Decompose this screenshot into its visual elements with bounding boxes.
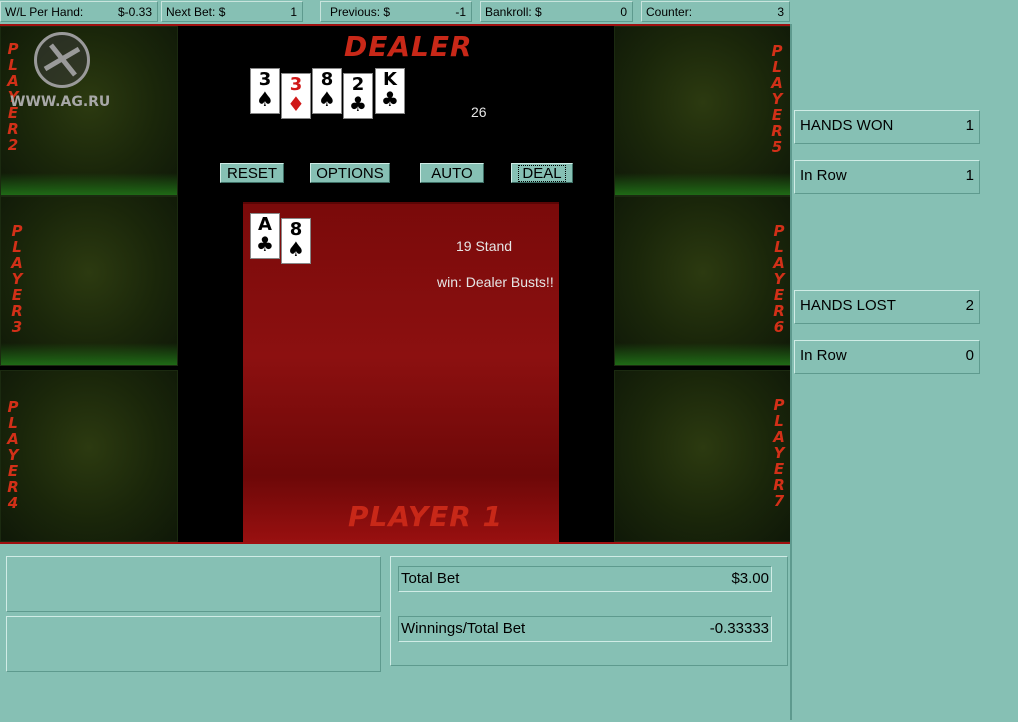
wl-per-hand-field: W/L Per Hand: $-0.33: [0, 1, 158, 22]
total-bet-value: $3.00: [731, 570, 769, 587]
next-bet-field: Next Bet: $ 1: [161, 1, 303, 22]
club-icon: ♣: [256, 232, 274, 256]
seat-label-player-6: PLAYER6: [773, 222, 785, 336]
ag-ru-globe-icon: [34, 32, 90, 88]
bankroll-label: Bankroll: $: [485, 5, 542, 19]
seat-label-player-3: PLAYER3: [11, 222, 23, 336]
dealer-card-1: 3 ♠: [250, 68, 280, 114]
seat-label-player-4: PLAYER4: [7, 398, 19, 512]
seat-player-6[interactable]: PLAYER6: [614, 196, 790, 366]
lost-in-row-value: 0: [965, 347, 974, 364]
winnings-ratio-field: Winnings/Total Bet -0.33333: [398, 616, 772, 642]
message-box-1: [6, 556, 381, 612]
auto-button[interactable]: AUTO: [420, 163, 484, 183]
hands-won-value: 1: [965, 117, 974, 134]
diamond-icon: ♦: [287, 92, 305, 116]
reset-button[interactable]: RESET: [220, 163, 284, 183]
winnings-ratio-value: -0.33333: [709, 620, 769, 637]
dealer-card-2: 3 ♦: [281, 73, 311, 119]
seat-player-5[interactable]: PLAYER5: [614, 26, 790, 196]
dealer-card-5: K ♣: [375, 68, 405, 114]
wl-per-hand-value: $-0.33: [117, 5, 152, 19]
total-bet-field: Total Bet $3.00: [398, 566, 772, 592]
seat-player-7[interactable]: PLAYER7: [614, 370, 790, 542]
counter-value: 3: [777, 5, 784, 19]
seat-label-player-7: PLAYER7: [773, 396, 785, 510]
lost-in-row-field: In Row 0: [794, 340, 980, 374]
deal-button-label: DEAL: [518, 165, 566, 182]
club-icon: ♣: [381, 87, 399, 111]
bankroll-field: Bankroll: $ 0: [480, 1, 633, 22]
seat-player-3[interactable]: PLAYER3: [0, 196, 178, 366]
spade-icon: ♠: [256, 87, 274, 111]
bottom-panel: Total Bet $3.00 Winnings/Total Bet -0.33…: [0, 542, 790, 722]
message-box-2: [6, 616, 381, 672]
next-bet-label: Next Bet: $: [166, 5, 226, 19]
next-bet-value: 1: [290, 5, 297, 19]
dealer-card-3: 8 ♠: [312, 68, 342, 114]
won-in-row-label: In Row: [800, 167, 847, 184]
counter-label: Counter:: [646, 5, 693, 19]
blackjack-table: PLAYER2 PLAYER3 PLAYER4 PLAYER5 PLAYER6 …: [0, 26, 790, 542]
deal-button[interactable]: DEAL: [511, 163, 573, 183]
hands-lost-label: HANDS LOST: [800, 297, 896, 314]
seat-player-4[interactable]: PLAYER4: [0, 370, 178, 542]
right-panel-divider: [790, 24, 792, 720]
won-in-row-field: In Row 1: [794, 160, 980, 194]
dealer-total: 26: [471, 104, 487, 120]
club-icon: ♣: [349, 92, 367, 116]
dealer-card-4: 2 ♣: [343, 73, 373, 119]
player-1-title: PLAYER 1: [348, 500, 504, 533]
won-in-row-value: 1: [965, 167, 974, 184]
previous-value: -1: [455, 5, 466, 19]
dealer-title: DEALER: [344, 30, 473, 63]
lost-in-row-label: In Row: [800, 347, 847, 364]
hands-lost-value: 2: [965, 297, 974, 314]
previous-label: Previous: $: [330, 5, 391, 19]
winnings-ratio-label: Winnings/Total Bet: [401, 620, 526, 637]
player-hand-result: win: Dealer Busts!!: [437, 274, 554, 290]
hands-won-label: HANDS WON: [800, 117, 894, 134]
counter-field: Counter: 3: [641, 1, 790, 22]
player-hand-status: 19 Stand: [456, 238, 513, 254]
hands-won-field: HANDS WON 1: [794, 110, 980, 144]
options-button[interactable]: OPTIONS: [310, 163, 390, 183]
wl-per-hand-label: W/L Per Hand:: [5, 5, 84, 19]
spade-icon: ♠: [287, 237, 305, 261]
previous-field: Previous: $ -1: [320, 1, 472, 22]
player-card-2: 8 ♠: [281, 218, 311, 264]
spade-icon: ♠: [318, 87, 336, 111]
ag-ru-logo-text: WWW.AG.RU: [10, 94, 111, 110]
total-bet-label: Total Bet: [401, 570, 460, 587]
hands-lost-field: HANDS LOST 2: [794, 290, 980, 324]
ag-ru-logo: WWW.AG.RU: [6, 32, 126, 112]
player-card-1: A ♣: [250, 213, 280, 259]
bankroll-value: 0: [620, 5, 627, 19]
seat-label-player-5: PLAYER5: [771, 42, 783, 156]
top-status-bar: W/L Per Hand: $-0.33 Next Bet: $ 1 Previ…: [0, 0, 1018, 24]
